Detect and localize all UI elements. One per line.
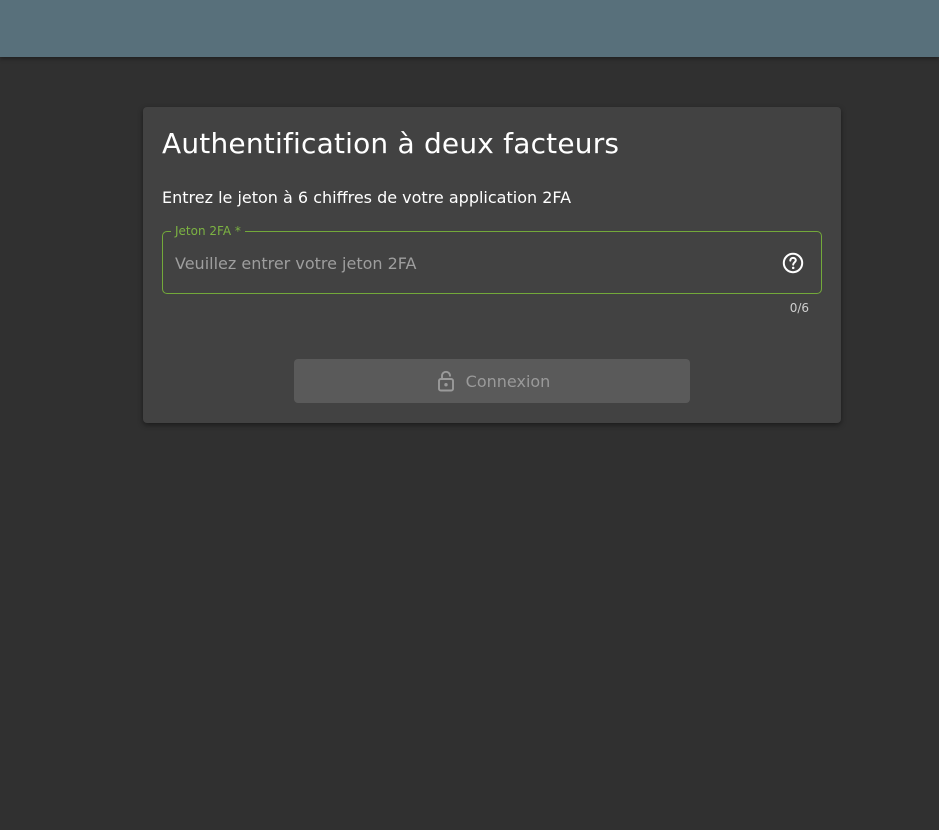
dialog-instructions: Entrez le jeton à 6 chiffres de votre ap… [162,188,572,207]
token-input[interactable] [175,250,765,276]
top-app-bar [0,0,939,57]
token-field: Jeton 2FA * [162,223,822,294]
lock-open-icon [434,369,458,393]
token-char-counter: 0/6 [789,301,809,315]
login-button[interactable]: Connexion [294,359,690,403]
token-field-label: Jeton 2FA * [171,223,245,239]
dialog-title: Authentification à deux facteurs [162,127,620,160]
help-circle-icon[interactable] [781,251,805,275]
login-button-label: Connexion [465,371,551,391]
two-factor-auth-dialog: Authentification à deux facteurs Entrez … [143,107,841,423]
